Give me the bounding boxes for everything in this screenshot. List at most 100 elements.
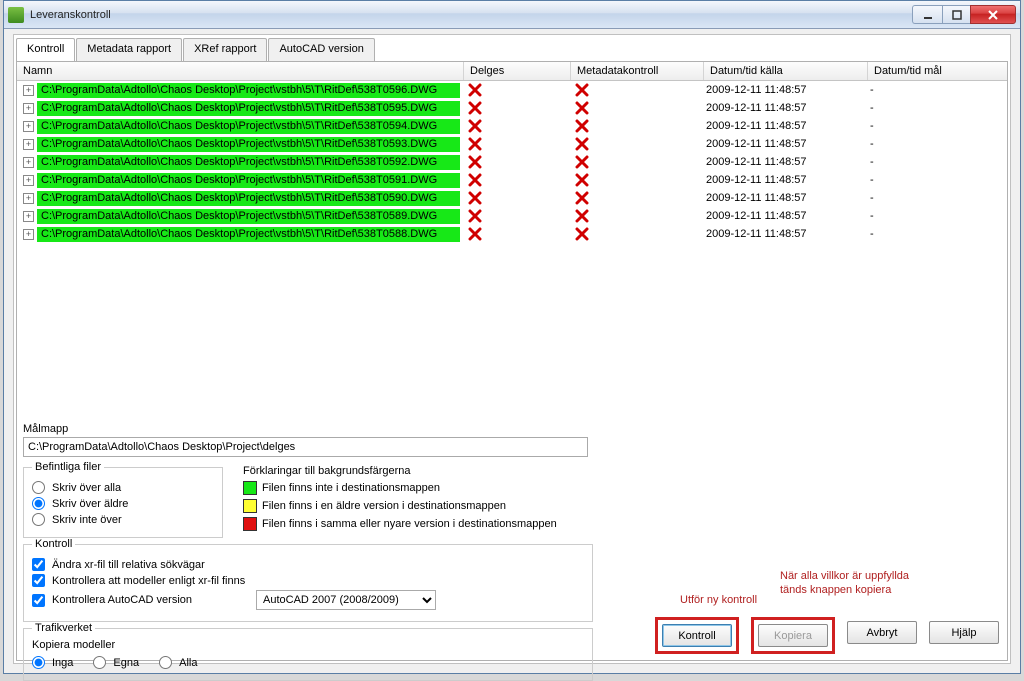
cross-icon — [468, 191, 482, 205]
col-metadatakontroll[interactable]: Metadatakontroll — [571, 62, 704, 80]
cross-icon — [468, 83, 482, 97]
annotation-utfor: Utför ny kontroll — [680, 594, 757, 606]
tab-xref-rapport[interactable]: XRef rapport — [183, 38, 267, 61]
radio-skriv-inte-over[interactable] — [32, 513, 45, 526]
highlight-kontroll: Kontroll — [655, 617, 739, 654]
table-row[interactable]: +C:\ProgramData\Adtollo\Chaos Desktop\Pr… — [17, 81, 1007, 99]
cell-datum-mal: - — [868, 138, 1007, 150]
cell-datum-mal: - — [868, 156, 1007, 168]
swatch-green-icon — [243, 481, 257, 495]
legend-title: Förklaringar till bakgrundsfärgerna — [243, 465, 557, 477]
swatch-red-icon — [243, 517, 257, 531]
cell-datum-kalla: 2009-12-11 11:48:57 — [704, 192, 868, 204]
cross-icon — [575, 227, 589, 241]
swatch-yellow-icon — [243, 499, 257, 513]
cross-icon — [575, 209, 589, 223]
chk-label-3: Kontrollera AutoCAD version — [52, 594, 192, 606]
trafikverket-fieldset: Trafikverket Kopiera modeller Inga Egna … — [23, 628, 593, 681]
expand-icon[interactable]: + — [23, 157, 34, 168]
cross-icon — [468, 173, 482, 187]
avbryt-button[interactable]: Avbryt — [847, 621, 917, 644]
expand-icon[interactable]: + — [23, 193, 34, 204]
cell-datum-kalla: 2009-12-11 11:48:57 — [704, 210, 868, 222]
file-path: C:\ProgramData\Adtollo\Chaos Desktop\Pro… — [37, 119, 460, 134]
tab-autocad-version[interactable]: AutoCAD version — [268, 38, 374, 61]
malmapp-input[interactable] — [23, 437, 588, 457]
cell-datum-mal: - — [868, 228, 1007, 240]
chk-modeller-finns[interactable] — [32, 574, 45, 587]
cell-datum-kalla: 2009-12-11 11:48:57 — [704, 228, 868, 240]
maximize-button[interactable] — [942, 5, 970, 24]
cell-datum-mal: - — [868, 192, 1007, 204]
radio-label-aldre: Skriv över äldre — [52, 498, 128, 510]
cross-icon — [468, 119, 482, 133]
table-row[interactable]: +C:\ProgramData\Adtollo\Chaos Desktop\Pr… — [17, 207, 1007, 225]
malmapp-group: Målmapp — [23, 423, 1001, 457]
color-legend: Förklaringar till bakgrundsfärgerna File… — [243, 465, 557, 538]
hjalp-button[interactable]: Hjälp — [929, 621, 999, 644]
chk-label-2: Kontrollera att modeller enligt xr-fil f… — [52, 575, 245, 587]
expand-icon[interactable]: + — [23, 103, 34, 114]
chk-relativa-sokvagar[interactable] — [32, 558, 45, 571]
grid-body: +C:\ProgramData\Adtollo\Chaos Desktop\Pr… — [17, 81, 1007, 243]
tab-bar: Kontroll Metadata rapport XRef rapport A… — [16, 37, 1010, 60]
expand-icon[interactable]: + — [23, 229, 34, 240]
minimize-button[interactable] — [912, 5, 942, 24]
title-bar: Leveranskontroll — [4, 1, 1020, 29]
table-row[interactable]: +C:\ProgramData\Adtollo\Chaos Desktop\Pr… — [17, 99, 1007, 117]
cell-datum-kalla: 2009-12-11 11:48:57 — [704, 120, 868, 132]
radio-skriv-over-aldre[interactable] — [32, 497, 45, 510]
radio-inga[interactable] — [32, 656, 45, 669]
malmapp-label: Målmapp — [23, 423, 1001, 435]
table-row[interactable]: +C:\ProgramData\Adtollo\Chaos Desktop\Pr… — [17, 189, 1007, 207]
file-path: C:\ProgramData\Adtollo\Chaos Desktop\Pro… — [37, 191, 460, 206]
cross-icon — [575, 137, 589, 151]
table-row[interactable]: +C:\ProgramData\Adtollo\Chaos Desktop\Pr… — [17, 153, 1007, 171]
cross-icon — [468, 227, 482, 241]
expand-icon[interactable]: + — [23, 121, 34, 132]
window-controls — [912, 5, 1016, 24]
cross-icon — [575, 173, 589, 187]
cell-datum-kalla: 2009-12-11 11:48:57 — [704, 156, 868, 168]
radio-egna[interactable] — [93, 656, 106, 669]
tab-metadata-rapport[interactable]: Metadata rapport — [76, 38, 182, 61]
highlight-kopiera: Kopiera — [751, 617, 835, 654]
col-delges[interactable]: Delges — [464, 62, 571, 80]
kopiera-button[interactable]: Kopiera — [758, 624, 828, 647]
kontroll-fieldset: Kontroll Ändra xr-fil till relativa sökv… — [23, 544, 593, 622]
table-row[interactable]: +C:\ProgramData\Adtollo\Chaos Desktop\Pr… — [17, 135, 1007, 153]
radio-label-inte: Skriv inte över — [52, 514, 122, 526]
cell-datum-kalla: 2009-12-11 11:48:57 — [704, 102, 868, 114]
expand-icon[interactable]: + — [23, 211, 34, 222]
cell-datum-mal: - — [868, 102, 1007, 114]
radio-alla[interactable] — [159, 656, 172, 669]
close-button[interactable] — [970, 5, 1016, 24]
expand-icon[interactable]: + — [23, 85, 34, 96]
cross-icon — [468, 101, 482, 115]
annotation-villkor: När alla villkor är uppfyllda tänds knap… — [780, 569, 910, 597]
expand-icon[interactable]: + — [23, 175, 34, 186]
kontroll-button[interactable]: Kontroll — [662, 624, 732, 647]
col-datum-mal[interactable]: Datum/tid mål — [868, 62, 1007, 80]
table-row[interactable]: +C:\ProgramData\Adtollo\Chaos Desktop\Pr… — [17, 171, 1007, 189]
cell-datum-mal: - — [868, 210, 1007, 222]
col-datum-kalla[interactable]: Datum/tid källa — [704, 62, 868, 80]
kopiera-modeller-label: Kopiera modeller — [32, 639, 115, 651]
autocad-version-select[interactable]: AutoCAD 2007 (2008/2009) — [256, 590, 436, 610]
chk-autocad-version[interactable] — [32, 594, 45, 607]
radio-label-alla2: Alla — [179, 657, 197, 669]
app-icon — [8, 7, 24, 23]
kontroll-title: Kontroll — [32, 538, 75, 550]
file-path: C:\ProgramData\Adtollo\Chaos Desktop\Pro… — [37, 101, 460, 116]
col-namn[interactable]: Namn — [17, 62, 464, 80]
expand-icon[interactable]: + — [23, 139, 34, 150]
table-row[interactable]: +C:\ProgramData\Adtollo\Chaos Desktop\Pr… — [17, 225, 1007, 243]
radio-skriv-over-alla[interactable] — [32, 481, 45, 494]
table-row[interactable]: +C:\ProgramData\Adtollo\Chaos Desktop\Pr… — [17, 117, 1007, 135]
cross-icon — [575, 119, 589, 133]
cross-icon — [468, 209, 482, 223]
trafikverket-title: Trafikverket — [32, 622, 95, 634]
tab-kontroll[interactable]: Kontroll — [16, 38, 75, 61]
window-title: Leveranskontroll — [30, 9, 912, 21]
cross-icon — [575, 191, 589, 205]
